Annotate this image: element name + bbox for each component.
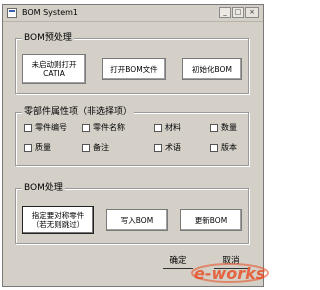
- close-icon[interactable]: ×: [245, 7, 259, 18]
- app-icon: [7, 8, 17, 18]
- checkbox-term[interactable]: 术语: [154, 143, 181, 153]
- e-works-watermark-logo: e-works: [191, 263, 269, 283]
- checkbox-box[interactable]: [82, 144, 90, 152]
- ok-underline: [163, 268, 193, 269]
- bom-system-window: BOM System1 _ □ × BOM预处理 未启动则打开CATIA 打开B…: [2, 4, 264, 287]
- checkbox-box[interactable]: [210, 124, 218, 132]
- specify-parts-button[interactable]: 指定要对称零件（若无则跳过）: [22, 206, 94, 234]
- write-bom-button[interactable]: 写入BOM: [106, 209, 168, 231]
- checkbox-box[interactable]: [210, 144, 218, 152]
- title-bar: BOM System1 _ □ ×: [3, 5, 263, 22]
- checkbox-label: 材料: [165, 123, 181, 132]
- checkbox-box[interactable]: [154, 144, 162, 152]
- window-controls: _ □ ×: [219, 7, 259, 18]
- start-catia-button[interactable]: 未启动则打开CATIA: [22, 54, 86, 84]
- part-attributes-label: 零部件属性项（非选择项）: [22, 107, 135, 118]
- checkbox-box[interactable]: [24, 124, 32, 132]
- checkbox-label: 备注: [93, 143, 109, 152]
- bom-preprocess-group: BOM预处理 未启动则打开CATIA 打开BOM文件 初始化BOM: [15, 33, 249, 94]
- checkbox-label: 零件编号: [35, 123, 67, 132]
- bom-process-group: BOM处理 指定要对称零件（若无则跳过） 写入BOM 更新BOM: [15, 183, 249, 244]
- ok-label: 确定: [169, 256, 187, 266]
- minimize-icon[interactable]: _: [219, 7, 231, 18]
- checkbox-quantity[interactable]: 数量: [210, 123, 237, 133]
- part-attributes-group: 零部件属性项（非选择项） 零件编号 零件名称 材料 数量 质量 备注 术语 版本: [15, 107, 249, 166]
- bom-process-label: BOM处理: [22, 183, 65, 194]
- checkbox-part-name[interactable]: 零件名称: [82, 123, 125, 133]
- restore-icon[interactable]: □: [232, 7, 244, 18]
- bom-preprocess-label: BOM预处理: [22, 33, 74, 44]
- checkbox-box[interactable]: [154, 124, 162, 132]
- open-bom-button[interactable]: 打开BOM文件: [102, 58, 166, 80]
- checkbox-label: 术语: [165, 143, 181, 152]
- checkbox-box[interactable]: [82, 124, 90, 132]
- ok-button[interactable]: 确定: [163, 256, 193, 269]
- checkbox-label: 零件名称: [93, 123, 125, 132]
- checkbox-label: 数量: [221, 123, 237, 132]
- watermark-text: e-works: [194, 264, 265, 283]
- window-title: BOM System1: [22, 8, 79, 17]
- checkbox-material[interactable]: 材料: [154, 123, 181, 133]
- checkbox-remarks[interactable]: 备注: [82, 143, 109, 153]
- checkbox-mass[interactable]: 质量: [24, 143, 51, 153]
- checkbox-box[interactable]: [24, 144, 32, 152]
- checkbox-label: 质量: [35, 143, 51, 152]
- checkbox-part-number[interactable]: 零件编号: [24, 123, 67, 133]
- init-bom-button[interactable]: 初始化BOM: [182, 58, 242, 80]
- update-bom-button[interactable]: 更新BOM: [180, 209, 242, 231]
- checkbox-label: 版本: [221, 143, 237, 152]
- checkbox-version[interactable]: 版本: [210, 143, 237, 153]
